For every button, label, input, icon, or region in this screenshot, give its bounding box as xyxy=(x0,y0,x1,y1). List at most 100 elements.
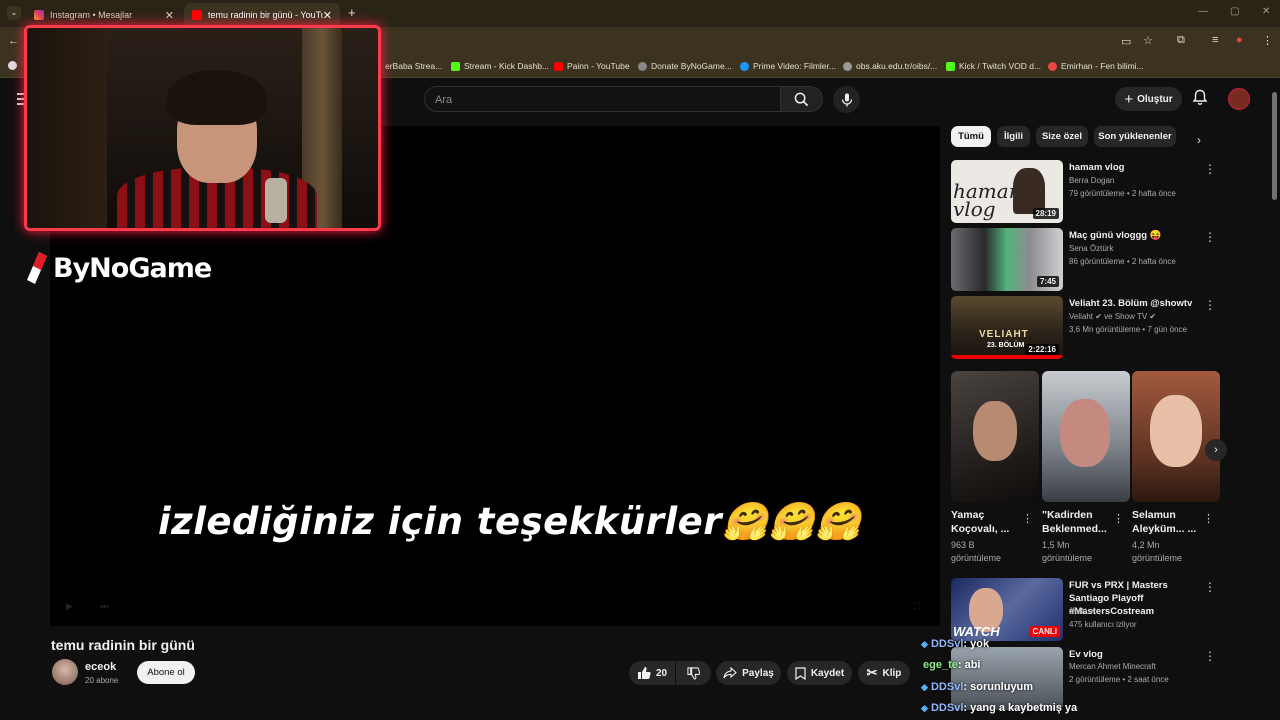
extensions-icon[interactable]: ⧉ xyxy=(1177,34,1185,47)
subscriber-count: 20 abone xyxy=(85,676,119,685)
minimize-icon[interactable]: — xyxy=(1198,6,1208,17)
video-thumbnail[interactable]: 7:45 xyxy=(951,228,1063,291)
bynogame-logo: ByNoGame xyxy=(25,250,212,286)
more-options-icon[interactable]: ⋮ xyxy=(1203,512,1214,525)
shorts-next-button[interactable]: › xyxy=(1205,439,1227,461)
player-controls[interactable]: ▶ ⏭ ⛶ xyxy=(60,598,930,618)
back-icon[interactable]: ← xyxy=(8,35,19,47)
voice-search-button[interactable] xyxy=(833,86,860,113)
tab-instagram[interactable]: Instagram • Mesajlar ✕ xyxy=(26,3,182,27)
close-window-icon[interactable]: ✕ xyxy=(1262,6,1270,17)
channel-name: wtcN ✔ xyxy=(1069,607,1096,616)
site-icon xyxy=(1048,61,1057,71)
bookmark-item[interactable]: obs.aku.edu.tr/oibs/... xyxy=(843,61,937,71)
chat-badge-icon: ◆ xyxy=(921,639,928,649)
notifications-bell-icon[interactable] xyxy=(1192,89,1208,111)
video-thumbnail[interactable]: VELIAHT 23. BÖLÜM 2:22:16 xyxy=(951,296,1063,359)
profile-icon[interactable]: ● xyxy=(1236,34,1243,46)
bookmark-item[interactable]: Emirhan - Fen bilimi... xyxy=(1048,61,1144,71)
share-button[interactable]: Paylaş xyxy=(716,661,781,685)
bookmark-item[interactable]: Painn - YouTube xyxy=(554,61,630,71)
next-icon[interactable]: ⏭ xyxy=(100,601,108,612)
chip-related[interactable]: İlgili xyxy=(997,126,1030,147)
channel-name[interactable]: eceok xyxy=(85,661,116,673)
channel-name: Mercan Ahmet Minecraft xyxy=(1069,662,1156,671)
short-thumbnail[interactable] xyxy=(951,371,1039,502)
video-duration: 2:22:16 xyxy=(1025,344,1059,355)
like-button[interactable]: 20 xyxy=(629,661,675,685)
search-button[interactable] xyxy=(780,86,823,112)
globe-icon xyxy=(843,61,852,71)
short-views: 963 B görüntüleme xyxy=(951,540,1002,563)
video-meta: 2 görüntüleme • 2 saat önce xyxy=(1069,675,1169,684)
kick-icon xyxy=(451,61,460,71)
video-thumbnail[interactable]: WATCH CANLI xyxy=(951,578,1063,641)
video-thumbnail[interactable]: hamam vlog 28:19 xyxy=(951,160,1063,223)
new-tab-icon[interactable]: + xyxy=(348,5,356,20)
close-tab-icon[interactable]: ✕ xyxy=(323,9,332,22)
youtube-icon xyxy=(554,61,563,71)
video-caption-text: izlediğiniz için teşekkürler🤗🤗🤗 xyxy=(158,500,862,543)
short-views: 1,5 Mn görüntüleme xyxy=(1042,540,1093,563)
more-options-icon[interactable]: ⋮ xyxy=(1204,230,1216,244)
tab-youtube[interactable]: temu radinin bir günü - YouTube ✕ xyxy=(184,3,340,27)
dislike-button[interactable] xyxy=(676,661,711,685)
video-title: hamam vlog xyxy=(1069,162,1125,173)
recommendation-item[interactable]: Ev vlog Mercan Ahmet Minecraft 2 görüntü… xyxy=(951,647,1221,710)
media-icon[interactable]: ≡ xyxy=(1212,34,1218,46)
video-meta: 3,6 Mn görüntüleme • 7 gün önce xyxy=(1069,325,1187,334)
chip-for-you[interactable]: Size özel xyxy=(1036,126,1088,147)
maximize-icon[interactable]: ▢ xyxy=(1230,6,1239,17)
instagram-icon xyxy=(34,10,44,20)
recommendation-item[interactable]: VELIAHT 23. BÖLÜM 2:22:16 Veliaht 23. Bö… xyxy=(951,296,1221,359)
bookmark-item[interactable]: erBaba Strea... xyxy=(385,61,442,71)
close-tab-icon[interactable]: ✕ xyxy=(165,9,174,22)
clip-button[interactable]: ✂ Klip xyxy=(858,661,910,685)
chip-recent[interactable]: Son yüklenenler xyxy=(1094,126,1176,147)
video-duration: 7:45 xyxy=(1036,276,1059,287)
bynogame-logo-icon xyxy=(27,252,47,284)
account-avatar[interactable] xyxy=(1228,88,1250,110)
channel-avatar[interactable] xyxy=(52,659,78,685)
more-options-icon[interactable]: ⋮ xyxy=(1204,298,1216,312)
cast-icon[interactable]: ▭ xyxy=(1121,35,1131,48)
bookmark-item[interactable]: Prime Video: Filmler... xyxy=(740,61,836,71)
video-title: temu radinin bir günü xyxy=(51,637,195,653)
page-scrollbar[interactable] xyxy=(1272,92,1277,200)
short-thumbnail[interactable] xyxy=(1132,371,1220,502)
video-thumbnail[interactable] xyxy=(951,647,1063,710)
more-options-icon[interactable]: ⋮ xyxy=(1113,512,1124,525)
more-options-icon[interactable]: ⋮ xyxy=(1022,512,1033,525)
chat-message: ege_te: abi xyxy=(923,659,981,671)
chevron-right-icon[interactable]: › xyxy=(1197,133,1201,147)
play-icon[interactable]: ▶ xyxy=(66,601,73,612)
bookmark-star-icon[interactable]: ☆ xyxy=(1143,34,1153,47)
video-meta: 475 kullanıcı izliyor xyxy=(1069,620,1137,629)
more-options-icon[interactable]: ⋮ xyxy=(1204,162,1216,176)
recommendation-item[interactable]: WATCH CANLI FUR vs PRX | Masters Santiag… xyxy=(951,578,1221,641)
chat-message: ◆ DDSvl: yok xyxy=(921,638,990,650)
video-title: Maç günü vloggg 😝 xyxy=(1069,230,1162,241)
bookmark-item[interactable]: Kick / Twitch VOD d... xyxy=(946,61,1041,71)
bookmark-item[interactable]: Stream - Kick Dashb... xyxy=(451,61,549,71)
tab-search-icon[interactable]: ⌄ xyxy=(7,6,21,20)
plus-icon: + xyxy=(1124,90,1134,108)
chat-badge-icon: ◆ xyxy=(921,703,928,713)
more-options-icon[interactable]: ⋮ xyxy=(1204,649,1216,663)
chip-all[interactable]: Tümü xyxy=(951,126,991,147)
chat-message: ◆ DDSvl: yang a kaybetmiş ya xyxy=(921,702,1078,714)
menu-icon[interactable]: ⋮ xyxy=(1262,34,1273,47)
subscribe-button[interactable]: Abone ol xyxy=(137,661,195,684)
chat-badge-icon: ◆ xyxy=(921,682,928,692)
more-options-icon[interactable]: ⋮ xyxy=(1204,580,1216,594)
save-button[interactable]: Kaydet xyxy=(787,661,852,685)
fullscreen-icon[interactable]: ⛶ xyxy=(914,601,920,612)
short-thumbnail[interactable] xyxy=(1042,371,1130,502)
video-meta: 79 görüntüleme • 2 hafta önce xyxy=(1069,189,1176,198)
recommendation-item[interactable]: hamam vlog 28:19 hamam vlog Berra Dogan 7… xyxy=(951,160,1221,223)
bookmark-item[interactable]: Donate ByNoGame... xyxy=(638,61,732,71)
donate-icon xyxy=(638,61,647,71)
create-button[interactable]: + Oluştur xyxy=(1115,87,1182,111)
search-input[interactable]: Ara xyxy=(424,86,781,112)
recommendation-item[interactable]: 7:45 Maç günü vloggg 😝 Sena Öztürk 86 gö… xyxy=(951,228,1221,291)
